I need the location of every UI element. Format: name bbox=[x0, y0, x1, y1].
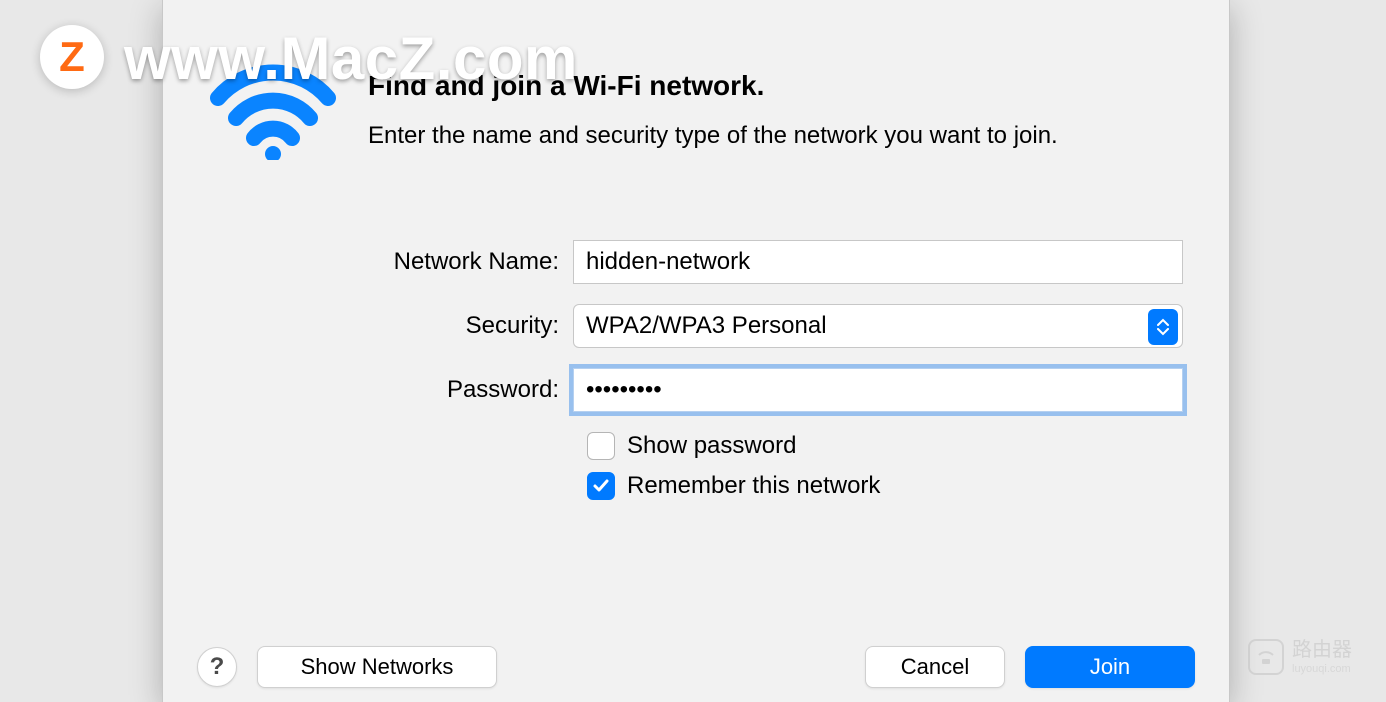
wifi-icon bbox=[208, 60, 338, 160]
show-networks-button[interactable]: Show Networks bbox=[257, 646, 497, 688]
dialog-title: Find and join a Wi-Fi network. bbox=[368, 70, 1188, 102]
corner-watermark-line2: luyouqi.com bbox=[1292, 664, 1352, 675]
security-label: Security: bbox=[323, 312, 573, 340]
remember-network-label: Remember this network bbox=[627, 472, 880, 500]
help-button[interactable]: ? bbox=[197, 647, 237, 687]
network-name-label: Network Name: bbox=[323, 248, 573, 276]
corner-watermark: 路由器 luyouqi.com bbox=[1238, 624, 1378, 690]
row-remember-network[interactable]: Remember this network bbox=[587, 472, 1193, 500]
macz-logo-icon: Z bbox=[40, 25, 104, 89]
remember-network-checkbox[interactable] bbox=[587, 472, 615, 500]
row-network-name: Network Name: bbox=[323, 240, 1193, 284]
show-password-checkbox[interactable] bbox=[587, 432, 615, 460]
button-bar: ? Show Networks Cancel Join bbox=[197, 646, 1195, 688]
dialog-header: Find and join a Wi-Fi network. Enter the… bbox=[208, 60, 1188, 160]
security-select[interactable]: WPA2/WPA3 Personal bbox=[573, 304, 1183, 348]
row-password: Password: bbox=[323, 368, 1193, 412]
show-password-label: Show password bbox=[627, 432, 796, 460]
join-button[interactable]: Join bbox=[1025, 646, 1195, 688]
network-name-input[interactable] bbox=[573, 240, 1183, 284]
form-area: Network Name: Security: WPA2/WPA3 Person… bbox=[323, 240, 1193, 512]
select-arrows-icon bbox=[1148, 309, 1178, 345]
heading-box: Find and join a Wi-Fi network. Enter the… bbox=[368, 60, 1188, 152]
cancel-button[interactable]: Cancel bbox=[865, 646, 1005, 688]
password-label: Password: bbox=[323, 376, 573, 404]
security-select-value: WPA2/WPA3 Personal bbox=[586, 312, 827, 340]
password-input[interactable] bbox=[573, 368, 1183, 412]
router-icon bbox=[1248, 639, 1284, 675]
dialog-subtitle: Enter the name and security type of the … bbox=[368, 120, 1128, 152]
row-show-password[interactable]: Show password bbox=[587, 432, 1193, 460]
row-security: Security: WPA2/WPA3 Personal bbox=[323, 304, 1193, 348]
wifi-join-dialog: Find and join a Wi-Fi network. Enter the… bbox=[162, 0, 1230, 702]
corner-watermark-line1: 路由器 bbox=[1292, 640, 1352, 660]
